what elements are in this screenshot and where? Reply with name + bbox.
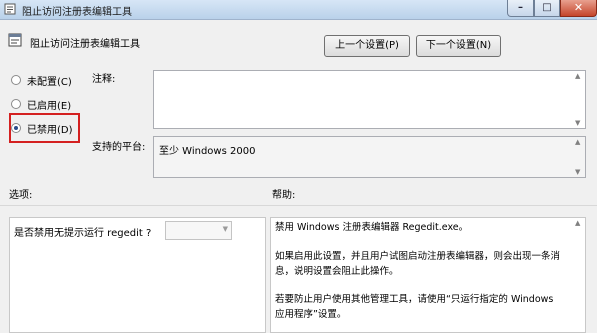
- minimize-icon: –: [518, 2, 523, 13]
- radio-label-not-configured[interactable]: 未配置(C): [27, 73, 72, 88]
- comment-label: 注释:: [92, 74, 116, 85]
- platform-field: 至少 Windows 2000 ▲ ▼: [153, 136, 586, 178]
- maximize-icon: □: [542, 2, 552, 13]
- platform-value: 至少 Windows 2000: [159, 146, 256, 157]
- scroll-down-icon[interactable]: ▼: [575, 168, 580, 176]
- radio-label-disabled[interactable]: 已禁用(D): [27, 121, 73, 136]
- minimize-button[interactable]: –: [507, 0, 534, 17]
- radio-not-configured[interactable]: [11, 75, 21, 85]
- scroll-up-icon[interactable]: ▲: [575, 219, 580, 227]
- help-label: 帮助:: [272, 190, 296, 201]
- section-divider: [0, 205, 597, 206]
- previous-setting-button[interactable]: 上一个设置(P): [324, 35, 410, 57]
- regedit-dropdown[interactable]: ▼: [165, 221, 232, 240]
- help-scrollbar[interactable]: ▲: [573, 218, 585, 332]
- help-paragraph-2: 如果启用此设置，并且用户试图启动注册表编辑器，则会出现一条消息，说明设置会阻止此…: [275, 251, 561, 277]
- platform-scrollbar[interactable]: ▲ ▼: [573, 137, 585, 177]
- radio-label-enabled[interactable]: 已启用(E): [27, 97, 71, 112]
- radio-disabled[interactable]: [11, 123, 21, 133]
- close-button[interactable]: ✕: [560, 0, 597, 17]
- scroll-up-icon[interactable]: ▲: [575, 138, 580, 146]
- comment-scrollbar[interactable]: ▲ ▼: [573, 71, 585, 128]
- options-label: 选项:: [9, 190, 33, 201]
- comment-textarea[interactable]: ▲ ▼: [153, 70, 586, 129]
- scroll-down-icon[interactable]: ▼: [575, 119, 580, 127]
- regedit-prompt-label: 是否禁用无提示运行 regedit ?: [14, 228, 152, 239]
- chevron-down-icon[interactable]: ▼: [223, 225, 228, 233]
- scroll-up-icon[interactable]: ▲: [575, 72, 580, 80]
- window-title: 阻止访问注册表编辑工具: [22, 7, 132, 18]
- help-pane: 禁用 Windows 注册表编辑器 Regedit.exe。 如果启用此设置，并…: [270, 217, 586, 333]
- platform-label: 支持的平台:: [92, 142, 146, 153]
- policy-app-icon: [4, 3, 16, 15]
- setting-title: 阻止访问注册表编辑工具: [30, 39, 140, 50]
- help-paragraph-1: 禁用 Windows 注册表编辑器 Regedit.exe。: [275, 222, 469, 233]
- close-icon: ✕: [573, 1, 584, 14]
- next-setting-button[interactable]: 下一个设置(N): [416, 35, 501, 57]
- policy-setting-icon: [8, 33, 22, 47]
- help-paragraph-3: 若要防止用户使用其他管理工具，请使用“只运行指定的 Windows 应用程序”设…: [275, 294, 554, 320]
- radio-enabled[interactable]: [11, 99, 21, 109]
- maximize-button[interactable]: □: [534, 0, 560, 17]
- options-pane: 是否禁用无提示运行 regedit ? ▼: [9, 217, 266, 333]
